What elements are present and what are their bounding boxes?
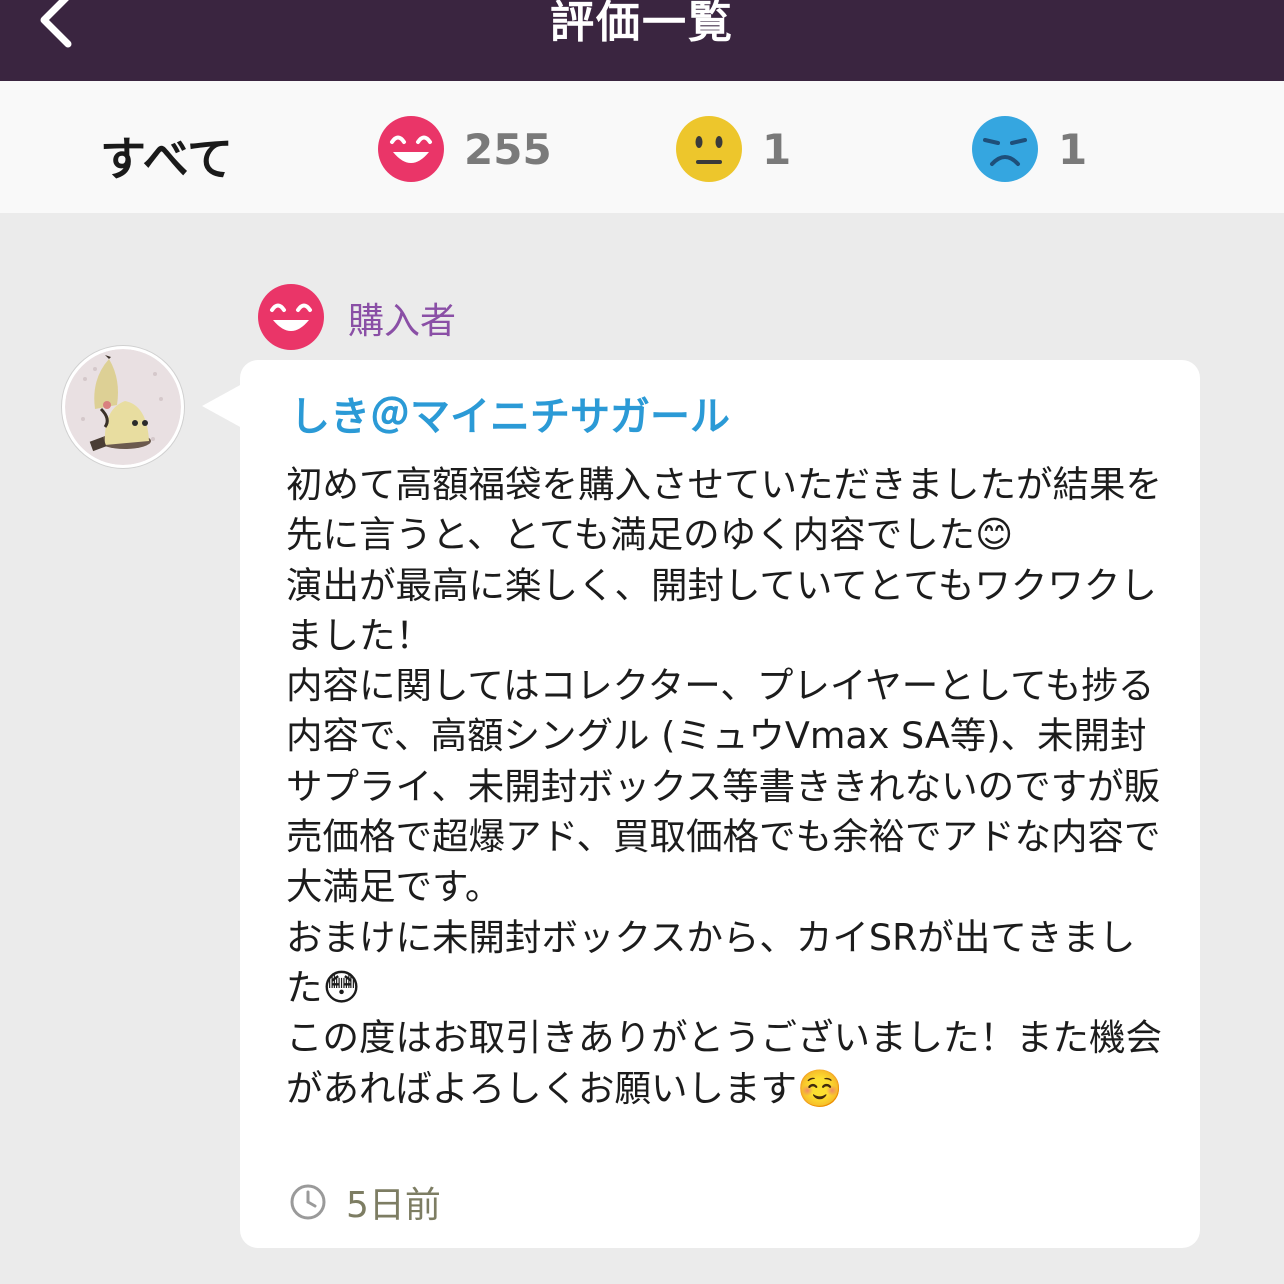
tab-bad[interactable]: 1 (972, 115, 1087, 183)
reviewer-username[interactable]: しき＠マイニチサガール (290, 384, 730, 442)
tab-all[interactable]: すべて (100, 123, 233, 189)
normal-count: 1 (762, 124, 792, 174)
bad-count: 1 (1058, 124, 1088, 174)
speech-bubble-tail (202, 384, 242, 428)
navigation-bar: 評価一覧 (0, 0, 1284, 81)
happy-face-icon (378, 116, 444, 182)
clock-icon (290, 1184, 326, 1220)
good-count: 255 (464, 124, 552, 174)
mimikyu-avatar-image (65, 349, 181, 465)
tab-normal[interactable]: 1 (676, 115, 791, 183)
sad-face-icon (972, 116, 1038, 182)
reviewer-role: 購入者 (348, 301, 457, 342)
rating-filter-bar: すべて 255 1 1 (0, 81, 1284, 213)
time-ago-label: 5日前 (346, 1185, 441, 1226)
user-avatar[interactable] (62, 346, 184, 468)
neutral-face-icon (676, 116, 742, 182)
review-timestamp: 5日前 (288, 1176, 441, 1228)
page-title: 評価一覧 (550, 0, 734, 48)
review-comment: 初めて高額福袋を購入させていただきましたが結果を先に言うと、とても満足のゆく内容… (286, 463, 1162, 1110)
happy-face-icon (258, 284, 324, 350)
tab-good[interactable]: 255 (378, 115, 552, 183)
